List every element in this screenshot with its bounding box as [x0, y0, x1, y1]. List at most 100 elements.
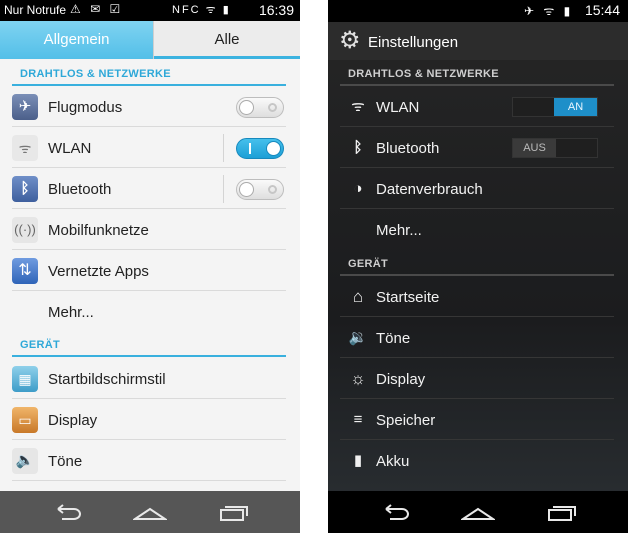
system-status-icons: ✈ ᯤ ▮ — [524, 4, 574, 18]
gear-icon[interactable]: ⚙ — [339, 26, 361, 55]
settings-item-wlan[interactable]: ᯤ WLAN — [12, 128, 286, 168]
section-divider — [340, 274, 614, 276]
system-status-icons: NFC ᯤ ▮ — [172, 4, 231, 16]
row-separator — [223, 134, 224, 162]
left-phone-screen: Nur Notrufe ⚠ ✉ ☑ NFC ᯤ ▮ 16:39 Allgemei… — [0, 0, 300, 533]
item-label: Display — [48, 412, 98, 429]
item-label: Display — [376, 371, 426, 388]
screenshot-canvas: Nur Notrufe ⚠ ✉ ☑ NFC ᯤ ▮ 16:39 Allgemei… — [0, 0, 628, 533]
item-label: Vernetzte Apps — [48, 263, 149, 280]
toggle-on-indicator — [249, 143, 251, 154]
settings-item-display[interactable]: ☼ Display — [340, 359, 614, 399]
settings-item-startbildschirmstil[interactable]: ▦ Startbildschirmstil — [12, 359, 286, 399]
settings-item-akku[interactable]: ▮ Akku — [340, 441, 614, 481]
item-label: Mehr... — [48, 304, 94, 321]
settings-item-display[interactable]: ▭ Display — [12, 400, 286, 440]
page-title: Einstellungen — [368, 34, 459, 51]
section-header-device: GERÄT — [348, 258, 388, 270]
bluetooth-icon: ᛒ — [12, 176, 38, 202]
flugmodus-toggle[interactable] — [236, 97, 284, 118]
item-label: Akku — [376, 453, 410, 470]
wifi-icon: ᯤ — [12, 135, 38, 161]
section-divider — [12, 355, 286, 357]
section-header-wireless: DRAHTLOS & NETZWERKE — [348, 68, 499, 80]
settings-item-mehr[interactable]: Mehr... — [340, 210, 614, 250]
bluetooth-icon: ᛒ — [353, 139, 363, 156]
wlan-toggle[interactable] — [236, 138, 284, 159]
settings-item-toene[interactable]: 🔈 Töne — [12, 441, 286, 481]
settings-item-bluetooth[interactable]: ᛒ Bluetooth AUS — [340, 128, 614, 168]
status-bar: Nur Notrufe ⚠ ✉ ☑ NFC ᯤ ▮ 16:39 — [0, 0, 300, 21]
settings-item-bluetooth[interactable]: ᛒ Bluetooth — [12, 169, 286, 209]
toggle-off-indicator — [268, 103, 277, 112]
tab-bar: Allgemein Alle — [0, 21, 300, 59]
item-label: WLAN — [48, 140, 92, 157]
mobile-network-icon: ((·)) — [12, 217, 38, 243]
settings-item-mehr[interactable]: Mehr... — [12, 292, 286, 332]
item-label: Mehr... — [376, 222, 422, 239]
airplane-icon: ✈ — [12, 94, 38, 120]
wifi-icon: ᯤ — [351, 98, 365, 115]
item-label: Bluetooth — [48, 181, 112, 198]
item-label: Töne — [48, 453, 83, 470]
section-header-wireless: DRAHTLOS & NETZWERKE — [20, 68, 171, 80]
display-icon: ▭ — [12, 407, 38, 433]
item-label: Datenverbrauch — [376, 181, 483, 198]
item-label: Startbildschirmstil — [48, 371, 166, 388]
section-header-device: GERÄT — [20, 339, 60, 351]
recent-apps-icon[interactable] — [219, 501, 249, 523]
item-label: Flugmodus — [48, 99, 123, 116]
bluetooth-toggle[interactable]: AUS — [512, 138, 598, 158]
item-label: Bluetooth — [376, 140, 440, 157]
speaker-icon: 🔉 — [348, 329, 368, 346]
toggle-knob — [239, 100, 254, 115]
battery-icon: ▮ — [353, 452, 363, 469]
toggle-knob — [239, 182, 254, 197]
notification-icons: ⚠ ✉ ☑ — [70, 2, 124, 16]
navigation-bar — [0, 491, 300, 533]
carrier-label: Nur Notrufe — [4, 3, 67, 17]
clock: 15:44 — [584, 2, 620, 18]
toggle-knob — [266, 141, 281, 156]
navigation-bar — [328, 491, 628, 533]
settings-item-flugmodus[interactable]: ✈ Flugmodus — [12, 87, 286, 127]
item-label: Töne — [376, 330, 411, 347]
settings-item-toene[interactable]: 🔉 Töne — [340, 318, 614, 358]
settings-item-mobilfunknetze[interactable]: ((·)) Mobilfunknetze — [12, 210, 286, 250]
toggle-off-indicator — [268, 185, 277, 194]
brightness-icon: ☼ — [350, 369, 366, 388]
tab-alle[interactable]: Alle — [153, 21, 300, 59]
row-separator — [223, 175, 224, 203]
tab-allgemein[interactable]: Allgemein — [0, 21, 153, 59]
settings-item-datenverbrauch[interactable]: ◑ Datenverbrauch — [340, 169, 614, 209]
toggle-label: AUS — [513, 139, 556, 157]
home-icon[interactable] — [461, 501, 495, 523]
connected-apps-icon: ⇅ — [12, 258, 38, 284]
wlan-toggle[interactable]: AN — [512, 97, 598, 117]
home-icon[interactable] — [133, 501, 167, 523]
home-icon: ⌂ — [352, 287, 364, 306]
settings-item-startseite[interactable]: ⌂ Startseite — [340, 277, 614, 317]
back-icon[interactable] — [380, 501, 410, 523]
settings-item-wlan[interactable]: ᯤ WLAN AN — [340, 87, 614, 127]
item-label: WLAN — [376, 99, 420, 116]
clock: 16:39 — [258, 2, 294, 18]
recent-apps-icon[interactable] — [547, 501, 577, 523]
settings-item-speicher[interactable]: ≡ Speicher — [340, 400, 614, 440]
sound-icon: 🔈 — [12, 448, 38, 474]
data-usage-icon: ◑ — [353, 180, 363, 197]
item-label: Mobilfunknetze — [48, 222, 149, 239]
settings-item-vernetzte-apps[interactable]: ⇅ Vernetzte Apps — [12, 251, 286, 291]
home-style-icon: ▦ — [12, 366, 38, 392]
back-icon[interactable] — [52, 501, 82, 523]
item-label: Startseite — [376, 289, 440, 306]
action-bar: ⚙ Einstellungen — [328, 22, 628, 60]
item-label: Speicher — [376, 412, 436, 429]
right-phone-screen: ✈ ᯤ ▮ 15:44 ⚙ Einstellungen DRAHTLOS & N… — [328, 0, 628, 533]
toggle-label: AN — [554, 98, 597, 116]
section-divider — [12, 84, 286, 86]
status-bar: ✈ ᯤ ▮ 15:44 — [328, 0, 628, 22]
storage-icon: ≡ — [353, 411, 363, 428]
bluetooth-toggle[interactable] — [236, 179, 284, 200]
section-divider — [340, 84, 614, 86]
